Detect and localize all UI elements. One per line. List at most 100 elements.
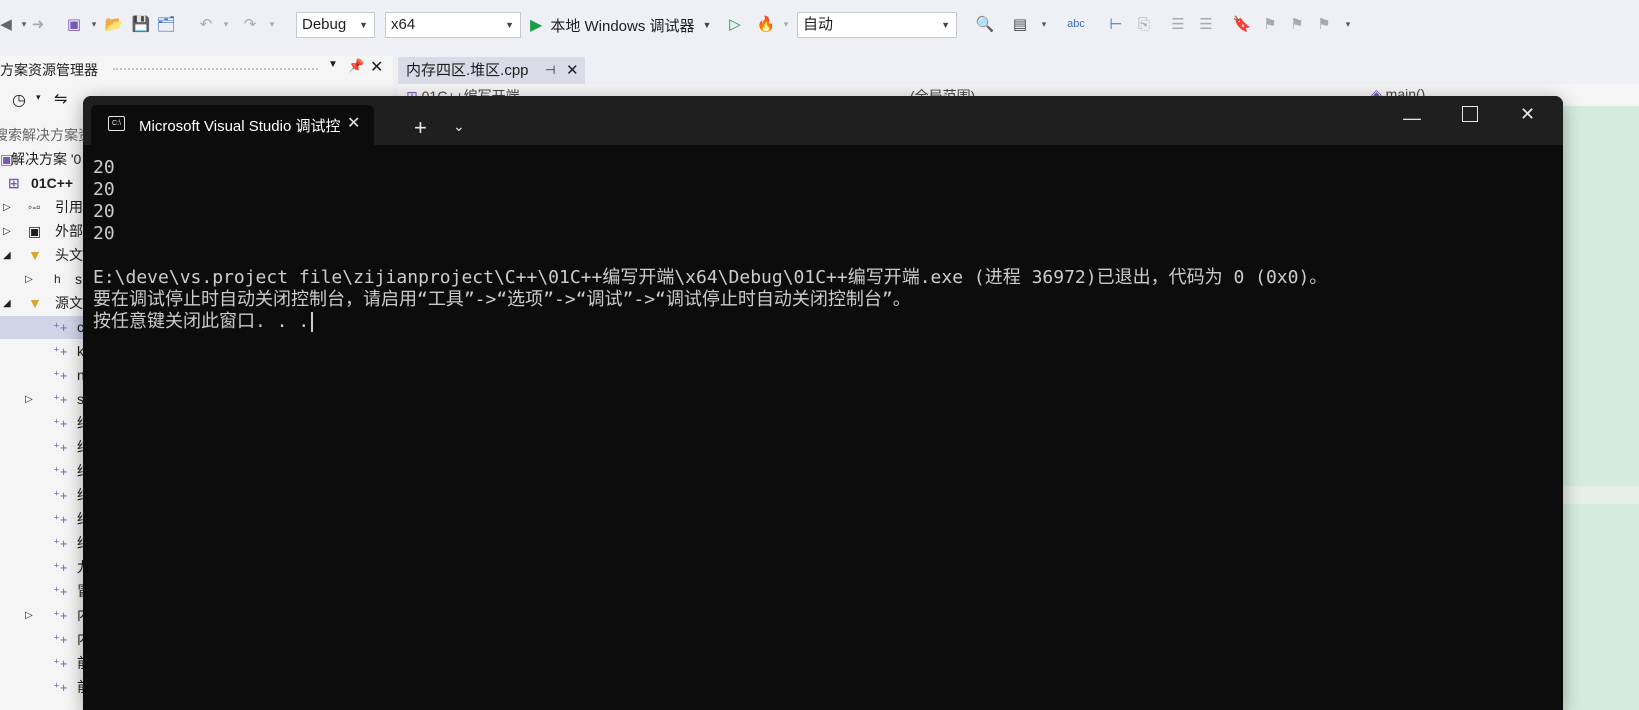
save-all-icon[interactable]: 🗂 <box>156 14 176 34</box>
document-tab[interactable]: 内存四区.堆区.cpp ⊣ ✕ <box>398 57 585 84</box>
open-folder-icon[interactable]: 📂 <box>104 14 124 34</box>
chevron-down-icon[interactable]: ▾ <box>262 14 282 34</box>
expand-arrow-icon[interactable]: ▷ <box>3 220 11 243</box>
scope-value: 自动 <box>803 16 834 33</box>
chevron-down-icon: ▼ <box>941 20 950 30</box>
forward-icon[interactable]: ➜ <box>28 14 48 34</box>
platform-value: x64 <box>391 16 416 33</box>
toolbar-overflow-icon[interactable]: ▾ <box>1338 14 1358 34</box>
search-placeholder: 搜索解决方案资源 <box>0 127 88 143</box>
format-selection-icon[interactable]: ⊢ <box>1106 14 1126 34</box>
chevron-down-icon: ▼ <box>505 20 514 30</box>
close-tab-icon[interactable]: ✕ <box>347 113 360 133</box>
indent-icon[interactable]: ☰ <box>1196 14 1216 34</box>
filter-folder-icon: ▼ <box>28 247 42 263</box>
expand-arrow-icon[interactable]: ▷ <box>25 388 33 411</box>
new-project-icon[interactable]: ▣ <box>64 14 84 34</box>
expand-arrow-icon[interactable]: ▷ <box>3 196 11 219</box>
play-icon: ▶ <box>530 17 543 34</box>
pin-icon[interactable]: ⊣ <box>545 57 555 84</box>
solution-config-select[interactable]: Debug ▼ <box>296 12 375 38</box>
tree-item-label: 头文 <box>55 247 83 263</box>
console-line: 20 <box>93 223 115 244</box>
save-icon[interactable]: 💾 <box>131 14 151 34</box>
console-line-prompt: 按任意键关闭此窗口. . . <box>93 311 314 333</box>
solution-explorer-header: 方案资源管理器 ▼ 📌 ✕ <box>0 56 393 82</box>
console-line: 20 <box>93 157 115 178</box>
chevron-down-icon[interactable]: ▾ <box>1034 14 1054 34</box>
cpp-file-icon: ⁺+ <box>53 632 68 647</box>
main-toolbar: ◀ ▾ ➜ ▣ ▾ 📂 💾 🗂 ↶ ▾ ↷ ▾ Debug ▼ x64 ▼ ▶ … <box>0 0 1639 52</box>
spell-check-icon[interactable]: abc <box>1066 14 1086 34</box>
panel-grip[interactable] <box>113 68 318 70</box>
references-icon: ◦-▫ <box>28 200 41 214</box>
minimize-button[interactable]: — <box>1403 108 1421 129</box>
sync-icon[interactable]: ⇋ <box>54 89 67 109</box>
hot-reload-icon[interactable]: 🔥 <box>756 14 776 34</box>
debug-target-label: 本地 Windows 调试器 <box>550 17 695 35</box>
solution-explorer-title: 方案资源管理器 <box>0 62 98 78</box>
new-tab-button[interactable]: + <box>414 115 427 141</box>
find-in-files-icon[interactable]: 🔍 <box>975 14 995 34</box>
console-tab-title: Microsoft Visual Studio 调试控 <box>139 118 341 135</box>
close-icon[interactable]: ✕ <box>566 57 579 84</box>
collapse-arrow-icon[interactable]: ◢ <box>3 292 11 315</box>
console-prompt-text: 按任意键关闭此窗口. . . <box>93 311 310 332</box>
cpp-file-icon: ⁺+ <box>53 512 68 527</box>
console-line: 要在调试停止时自动关闭控制台，请启用“工具”->“选项”->“调试”->“调试停… <box>93 289 911 310</box>
editor-scroll-region <box>1563 486 1639 504</box>
console-output[interactable]: 20 20 20 20 E:\deve\vs.project file\ziji… <box>83 145 1563 710</box>
clear-bookmarks-icon[interactable]: ⚑ <box>1314 14 1334 34</box>
collapse-arrow-icon[interactable]: ◢ <box>3 244 11 267</box>
solution-search-input[interactable]: 搜索解决方案资源 <box>0 122 88 146</box>
clipboard-icon[interactable]: ⎘ <box>1134 14 1154 34</box>
cpp-file-icon: ⁺+ <box>53 680 68 695</box>
filter-folder-icon: ▼ <box>28 295 42 311</box>
outdent-icon[interactable]: ☰ <box>1168 14 1188 34</box>
prev-bookmark-icon[interactable]: ⚑ <box>1260 14 1280 34</box>
window-position-icon[interactable]: ▼ <box>328 59 338 70</box>
tree-item-label: s <box>75 271 82 287</box>
tree-item-label: 外部 <box>55 223 83 239</box>
history-icon[interactable]: ◷ <box>12 90 26 110</box>
terminal-icon: C:\ <box>108 116 125 131</box>
close-window-button[interactable]: ✕ <box>1520 104 1535 125</box>
tree-item-label: 引用 <box>55 199 83 215</box>
chevron-down-icon: ▼ <box>359 20 368 30</box>
tab-dropdown-button[interactable]: ⌄ <box>453 118 465 135</box>
close-icon[interactable]: ✕ <box>370 57 383 77</box>
bookmark-icon[interactable]: 🔖 <box>1232 14 1252 34</box>
external-deps-icon: ▣ <box>28 223 42 239</box>
solution-platform-select[interactable]: x64 ▼ <box>385 12 521 38</box>
cpp-file-icon: ⁺+ <box>53 488 68 503</box>
console-tab[interactable]: C:\ Microsoft Visual Studio 调试控 ✕ <box>91 105 374 145</box>
undo-icon[interactable]: ↶ <box>196 14 216 34</box>
document-tab-title: 内存四区.堆区.cpp <box>406 62 529 79</box>
expand-arrow-icon[interactable]: ▷ <box>25 604 33 627</box>
chevron-down-icon[interactable]: ▾ <box>36 92 41 103</box>
expand-arrow-icon[interactable]: ▷ <box>25 268 33 291</box>
project-label: 01C++ <box>31 175 74 191</box>
window-layout-icon[interactable]: ▤ <box>1010 14 1030 34</box>
next-bookmark-icon[interactable]: ⚑ <box>1287 14 1307 34</box>
console-line: 20 <box>93 201 115 222</box>
pin-icon[interactable]: 📌 <box>348 58 364 74</box>
start-debugging-button[interactable]: ▶ 本地 Windows 调试器 ▼ <box>530 12 711 38</box>
cpp-file-icon: ⁺+ <box>53 464 68 479</box>
cpp-file-icon: ⁺+ <box>53 368 68 383</box>
chevron-down-icon[interactable]: ▾ <box>84 14 104 34</box>
cpp-file-icon: ⁺+ <box>53 344 68 359</box>
cpp-file-icon: ⁺+ <box>53 560 68 575</box>
cpp-file-icon: ⁺+ <box>53 392 68 407</box>
cpp-file-icon: ⁺+ <box>53 584 68 599</box>
redo-icon[interactable]: ↷ <box>240 14 260 34</box>
start-without-debugging-icon[interactable]: ▷ <box>725 14 745 34</box>
cpp-project-icon: ⊞ <box>8 175 20 191</box>
chevron-down-icon[interactable]: ▾ <box>216 14 236 34</box>
scope-select[interactable]: 自动 ▼ <box>797 12 957 38</box>
cpp-file-icon: ⁺+ <box>53 320 68 335</box>
maximize-button[interactable] <box>1462 106 1478 122</box>
text-cursor <box>311 312 314 332</box>
cpp-file-icon: ⁺+ <box>53 536 68 551</box>
chevron-down-icon[interactable]: ▾ <box>776 14 796 34</box>
